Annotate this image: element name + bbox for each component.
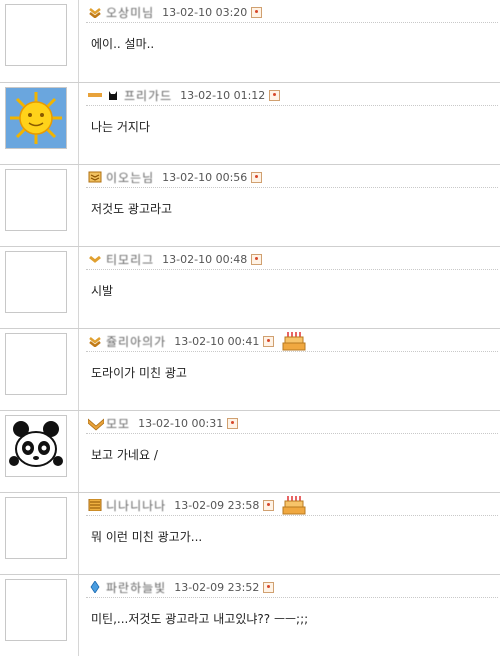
bar-badge-icon — [88, 89, 102, 101]
stacked-chevron-badge-icon — [88, 171, 102, 183]
avatar[interactable] — [5, 169, 67, 231]
timestamp: 13-02-10 03:20 — [162, 5, 248, 19]
comment-text: 저것도 광고라고 — [91, 202, 173, 216]
nickname[interactable]: 프리가드 — [124, 87, 172, 104]
avatar-column — [0, 575, 79, 656]
avatar[interactable] — [5, 415, 67, 477]
nickname[interactable]: 티모리그 — [106, 251, 154, 268]
birthday-cake-icon — [282, 331, 306, 351]
panda-avatar-icon — [6, 416, 66, 476]
comment-item: 모모 13-02-10 00:31 보고 가네요 / — [0, 410, 500, 492]
comment-meta: 이오는님 13-02-10 00:56 — [88, 168, 500, 186]
diamond-badge-icon — [88, 580, 102, 594]
avatar-column — [0, 493, 79, 574]
timestamp: 13-02-10 01:12 — [180, 88, 266, 102]
nickname[interactable]: 니나니나나 — [106, 497, 166, 514]
nickname[interactable]: 쥴리아의가 — [106, 333, 166, 350]
comment-text: 도라이가 미친 광고 — [91, 366, 187, 380]
striped-box-badge-icon — [88, 498, 102, 512]
comment-meta: 쥴리아의가 13-02-10 00:41 — [88, 331, 500, 351]
cat-emblem-icon — [106, 89, 120, 101]
comment-meta: 파란하늘빛 13-02-09 23:52 — [88, 578, 500, 596]
comment-item: 프리가드 13-02-10 01:12 나는 거지다 — [0, 82, 500, 164]
comment-text: 미틴,...저것도 광고라고 내고있냐?? ㅡㅡ;;; — [91, 612, 309, 626]
comment-item: 오상미님 13-02-10 03:20 에이.. 설마.. — [0, 0, 500, 82]
comment-item: 이오는님 13-02-10 00:56 저것도 광고라고 — [0, 164, 500, 246]
profile-card-icon[interactable] — [263, 499, 275, 511]
comment-text: 에이.. 설마.. — [91, 37, 155, 51]
profile-card-icon[interactable] — [251, 171, 263, 183]
timestamp: 13-02-10 00:56 — [162, 170, 248, 184]
avatar-column — [0, 83, 79, 164]
double-chevron-badge-icon — [88, 335, 102, 348]
comment-text: 시발 — [91, 284, 114, 298]
comment-meta: 티모리그 13-02-10 00:48 — [88, 250, 500, 268]
divider — [86, 597, 498, 598]
avatar[interactable] — [5, 251, 67, 313]
nickname[interactable]: 파란하늘빛 — [106, 579, 166, 596]
wing-chevron-badge-icon — [87, 417, 105, 431]
birthday-cake-icon — [282, 495, 306, 515]
comment-text: 보고 가네요 / — [91, 448, 158, 462]
profile-card-icon[interactable] — [263, 335, 275, 347]
avatar[interactable] — [5, 4, 67, 66]
profile-card-icon[interactable] — [263, 581, 275, 593]
avatar[interactable] — [5, 497, 67, 559]
avatar-column — [0, 411, 79, 492]
divider — [86, 515, 498, 516]
comment-list: 오상미님 13-02-10 03:20 에이.. 설마.. 프리가드 13-02… — [0, 0, 500, 656]
nickname[interactable]: 모모 — [106, 415, 130, 432]
comment-item: 티모리그 13-02-10 00:48 시발 — [0, 246, 500, 328]
nickname[interactable]: 이오는님 — [106, 169, 154, 186]
avatar-column — [0, 247, 79, 328]
divider — [86, 269, 498, 270]
comment-meta: 오상미님 13-02-10 03:20 — [88, 3, 500, 21]
timestamp: 13-02-09 23:58 — [174, 498, 260, 512]
profile-card-icon[interactable] — [227, 417, 239, 429]
comment-text: 나는 거지다 — [91, 120, 151, 134]
profile-card-icon[interactable] — [269, 89, 281, 101]
comment-meta: 모모 13-02-10 00:31 — [87, 414, 500, 432]
profile-card-icon[interactable] — [251, 253, 263, 265]
comment-item: 파란하늘빛 13-02-09 23:52 미틴,...저것도 광고라고 내고있냐… — [0, 574, 500, 656]
divider — [86, 187, 498, 188]
divider — [86, 105, 498, 106]
timestamp: 13-02-10 00:41 — [174, 334, 260, 348]
sun-face-avatar-icon — [6, 88, 66, 148]
comment-meta: 프리가드 13-02-10 01:12 — [88, 86, 500, 104]
comment-item: 쥴리아의가 13-02-10 00:41 도라이가 미친 광고 — [0, 328, 500, 410]
avatar[interactable] — [5, 87, 67, 149]
timestamp: 13-02-09 23:52 — [174, 580, 260, 594]
double-chevron-badge-icon — [88, 6, 102, 19]
comment-item: 니나니나나 13-02-09 23:58 뭐 이런 미친 광고가... — [0, 492, 500, 574]
divider — [86, 22, 498, 23]
avatar-column — [0, 329, 79, 410]
comment-text: 뭐 이런 미친 광고가... — [91, 530, 203, 544]
divider — [86, 433, 498, 434]
timestamp: 13-02-10 00:31 — [138, 416, 224, 430]
nickname[interactable]: 오상미님 — [106, 4, 154, 21]
avatar[interactable] — [5, 579, 67, 641]
timestamp: 13-02-10 00:48 — [162, 252, 248, 266]
comment-meta: 니나니나나 13-02-09 23:58 — [88, 495, 500, 515]
avatar-column — [0, 165, 79, 246]
avatar[interactable] — [5, 333, 67, 395]
single-chevron-badge-icon — [88, 253, 102, 265]
divider — [86, 351, 498, 352]
avatar-column — [0, 0, 79, 82]
profile-card-icon[interactable] — [251, 6, 263, 18]
